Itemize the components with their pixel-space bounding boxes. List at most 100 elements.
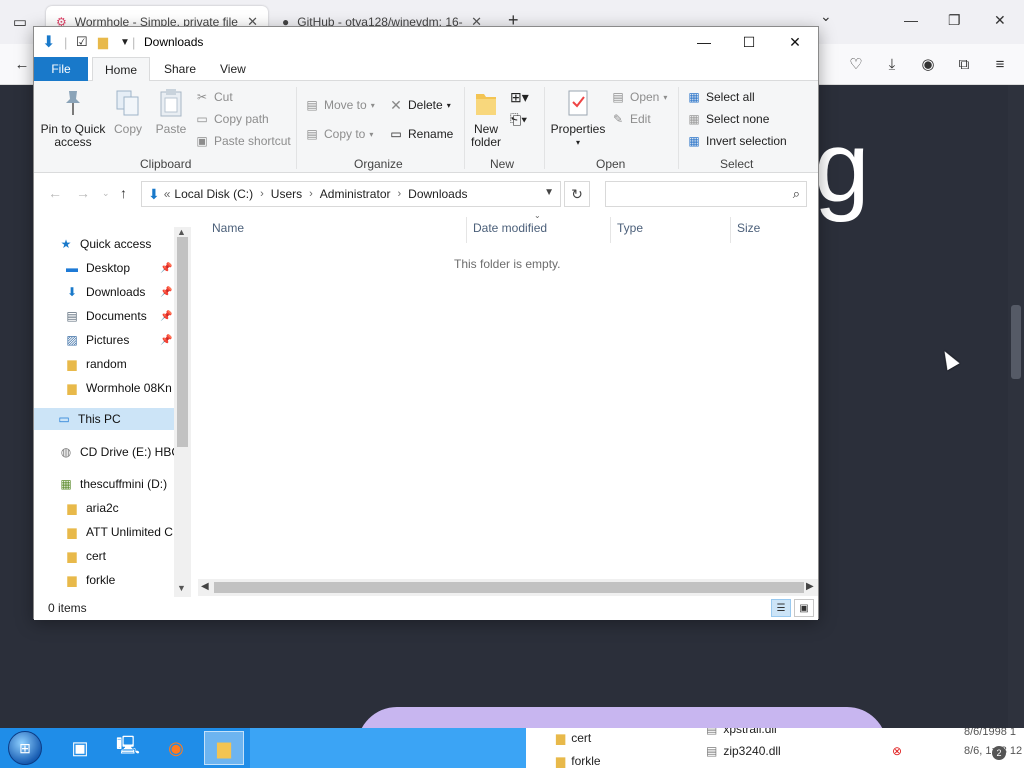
pin-icon[interactable]: 📌 — [160, 287, 172, 298]
breadcrumb-overflow[interactable]: « — [164, 187, 171, 201]
browser-restore-button[interactable]: ❐ — [948, 12, 961, 29]
tab-list-dropdown[interactable]: ⌄ — [820, 8, 832, 25]
nav-d-drive[interactable]: ▦ thescuffmini (D:) — [58, 473, 167, 495]
column-date-modified[interactable]: Date modified — [473, 221, 547, 235]
edit-button[interactable]: ✎ Edit — [610, 109, 651, 129]
scroll-up-icon[interactable]: ▲ — [177, 227, 186, 237]
rename-button[interactable]: ▭ Rename — [388, 124, 453, 144]
tab-view[interactable]: View — [210, 57, 256, 81]
properties-button[interactable]: Properties ▾ — [550, 87, 606, 149]
nav-aria2c[interactable]: ▆ aria2c — [64, 497, 118, 519]
tab-list-icon[interactable]: ▭ — [10, 12, 30, 32]
start-button[interactable]: ⊞ — [8, 731, 42, 765]
delete-button[interactable]: ✕ Delete ▾ — [388, 95, 451, 115]
nav-cert[interactable]: ▆ cert — [64, 545, 106, 567]
list-item[interactable]: ▆ forkle — [556, 754, 601, 768]
cut-button[interactable]: ✂ Cut — [194, 87, 233, 107]
scroll-left-icon[interactable]: ◀ — [201, 581, 209, 592]
copy-button[interactable]: Copy — [112, 87, 144, 136]
download-icon[interactable]: ⤓ — [882, 54, 902, 74]
scroll-right-icon[interactable]: ▶ — [806, 581, 814, 592]
column-divider[interactable] — [730, 217, 731, 243]
refresh-button[interactable]: ↻ — [564, 181, 590, 207]
nav-scrollbar[interactable]: ▲ ▼ — [174, 227, 191, 597]
taskbar-firefox-app[interactable]: ◉ — [156, 731, 196, 765]
page-scrollbar[interactable] — [1008, 85, 1024, 728]
close-button[interactable]: ✕ — [783, 31, 807, 53]
large-icons-view-icon[interactable]: ▣ — [794, 599, 814, 617]
properties-qat-icon[interactable]: ☑ — [76, 34, 88, 50]
horizontal-scrollbar[interactable]: ◀ ▶ — [198, 579, 818, 596]
column-divider[interactable] — [610, 217, 611, 243]
nav-scrollbar-thumb[interactable] — [177, 237, 188, 447]
browser-close-button[interactable]: ✕ — [994, 12, 1006, 29]
breadcrumb-downloads[interactable]: Downloads — [408, 187, 467, 201]
breadcrumb-users[interactable]: Users — [271, 187, 302, 201]
forward-button[interactable]: → — [76, 185, 90, 201]
nav-cd-drive[interactable]: ◍ CD Drive (E:) HBC — [58, 441, 180, 463]
scrollbar-thumb[interactable] — [1011, 305, 1021, 379]
nav-random[interactable]: ▆ random — [64, 353, 126, 375]
paste-shortcut-button[interactable]: ▣ Paste shortcut — [194, 131, 290, 151]
up-button[interactable]: ↑ — [120, 185, 127, 201]
address-bar[interactable]: ⬇ « Local Disk (C:) › Users › Administra… — [141, 181, 561, 207]
pin-icon[interactable]: 📌 — [160, 263, 172, 274]
new-folder-button[interactable]: New folder — [470, 87, 502, 149]
copy-to-button[interactable]: ▤ Copy to ▾ — [304, 124, 373, 144]
nav-quick-access[interactable]: ★ Quick access — [58, 233, 152, 255]
open-button[interactable]: ▤ Open ▾ — [610, 87, 667, 107]
maximize-button[interactable]: ☐ — [737, 31, 761, 53]
pocket-icon[interactable]: ♡ — [846, 54, 866, 74]
pin-to-quick-access-button[interactable]: Pin to Quick access — [40, 87, 106, 149]
select-none-button[interactable]: ▦ Select none — [686, 109, 769, 129]
notification-badge[interactable]: 2 — [992, 746, 1006, 760]
nav-documents[interactable]: ▤ Documents 📌 — [64, 305, 174, 327]
nav-att-unlimited[interactable]: ▆ ATT Unlimited C — [64, 521, 173, 543]
chevron-right-icon[interactable]: › — [260, 188, 264, 200]
column-size[interactable]: Size — [737, 221, 760, 235]
back-arrow-icon[interactable]: ← — [12, 54, 32, 74]
column-name[interactable]: Name — [212, 221, 244, 235]
breadcrumb-local-disk[interactable]: Local Disk (C:) — [174, 187, 253, 201]
pin-icon[interactable]: 📌 — [160, 311, 172, 322]
pin-icon[interactable]: 📌 — [160, 335, 172, 346]
move-to-button[interactable]: ▤ Move to ▾ — [304, 95, 374, 115]
taskbar-explorer-app[interactable]: ▣ — [60, 731, 100, 765]
nav-forkle[interactable]: ▆ forkle — [64, 569, 115, 591]
nav-desktop[interactable]: ▬ Desktop 📌 — [64, 257, 174, 279]
extensions-icon[interactable]: ⧉ — [954, 54, 974, 74]
copy-path-button[interactable]: ▭ Copy path — [194, 109, 268, 129]
taskbar-network-app[interactable]: 🖳 — [108, 731, 148, 765]
chevron-right-icon[interactable]: › — [397, 188, 401, 200]
nav-wormhole[interactable]: ▆ Wormhole 08Kn — [64, 377, 171, 399]
new-item-icon[interactable]: ⊞▾ — [510, 89, 529, 106]
select-all-button[interactable]: ▦ Select all — [686, 87, 754, 107]
list-item[interactable]: ▤ zip3240.dll — [706, 744, 781, 758]
column-type[interactable]: Type — [617, 221, 643, 235]
back-button[interactable]: ← — [48, 185, 62, 201]
details-view-icon[interactable]: ☰ — [771, 599, 791, 617]
tab-file[interactable]: File — [34, 57, 88, 81]
nav-this-pc[interactable]: ▭ This PC — [34, 408, 174, 430]
chevron-right-icon[interactable]: › — [309, 188, 313, 200]
search-input[interactable] — [610, 183, 780, 205]
easy-access-icon[interactable]: ⎗▾ — [510, 111, 527, 128]
horizontal-scrollbar-thumb[interactable] — [214, 582, 804, 593]
list-item[interactable]: ▆ cert — [556, 731, 591, 745]
paste-button[interactable]: Paste — [154, 87, 188, 136]
qat-dropdown-icon[interactable]: ▼ — [120, 34, 130, 50]
address-dropdown-icon[interactable]: ▼ — [544, 187, 554, 198]
list-item[interactable]: ▤ xpstrall.dll — [706, 728, 777, 736]
minimize-button[interactable]: — — [692, 31, 716, 53]
nav-pictures[interactable]: ▨ Pictures 📌 — [64, 329, 174, 351]
browser-minimize-button[interactable]: — — [904, 12, 918, 28]
invert-selection-button[interactable]: ▦ Invert selection — [686, 131, 786, 151]
account-icon[interactable]: ◉ — [918, 54, 938, 74]
column-divider[interactable] — [466, 217, 467, 243]
recent-locations-icon[interactable]: ⌄ — [102, 188, 110, 199]
nav-downloads[interactable]: ⬇ Downloads 📌 — [64, 281, 174, 303]
tab-share[interactable]: Share — [154, 57, 206, 81]
search-box[interactable]: ⌕ — [605, 181, 807, 207]
scroll-down-icon[interactable]: ▼ — [177, 583, 186, 593]
taskbar-file-explorer-app[interactable]: ▆ — [204, 731, 244, 765]
